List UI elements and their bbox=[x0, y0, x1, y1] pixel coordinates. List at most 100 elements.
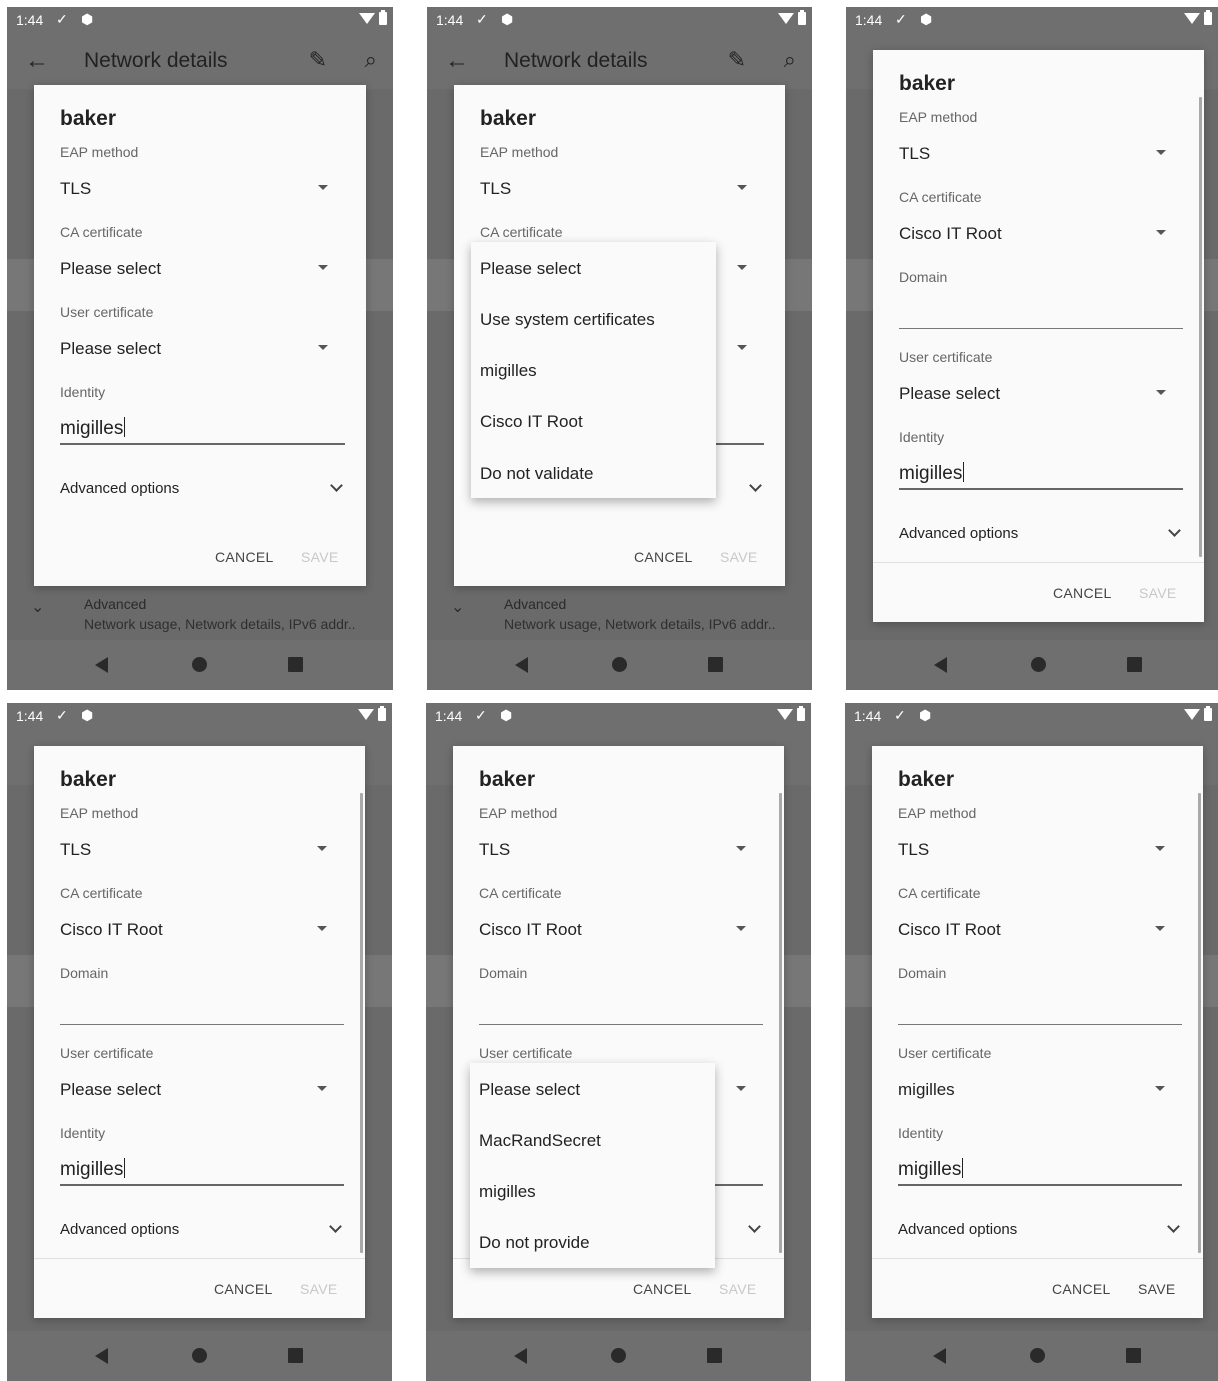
nav-back-icon[interactable] bbox=[934, 657, 947, 673]
nav-home-icon[interactable] bbox=[611, 1348, 626, 1363]
dropdown-arrow-icon[interactable] bbox=[318, 265, 328, 270]
identity-input[interactable]: migilles bbox=[60, 1158, 126, 1181]
nav-recents-icon[interactable] bbox=[707, 1348, 722, 1363]
cancel-button[interactable]: CANCEL bbox=[633, 1281, 692, 1297]
menu-item[interactable]: Use system certificates bbox=[480, 310, 655, 330]
ca-certificate-select[interactable]: Cisco IT Root bbox=[898, 920, 1001, 940]
ca-certificate-select[interactable]: Cisco IT Root bbox=[60, 920, 163, 940]
dropdown-arrow-icon[interactable] bbox=[736, 846, 746, 851]
advanced-options-toggle[interactable]: Advanced options bbox=[60, 480, 179, 497]
domain-input[interactable] bbox=[479, 1024, 763, 1025]
scrollbar[interactable] bbox=[1199, 97, 1202, 557]
dropdown-arrow-icon[interactable] bbox=[1155, 1086, 1165, 1091]
menu-item[interactable]: Do not provide bbox=[479, 1233, 590, 1253]
nav-recents-icon[interactable] bbox=[288, 1348, 303, 1363]
menu-item[interactable]: MacRandSecret bbox=[479, 1131, 601, 1151]
nav-back-icon[interactable] bbox=[95, 1348, 108, 1364]
dropdown-arrow-icon[interactable] bbox=[318, 185, 328, 190]
menu-item[interactable]: Cisco IT Root bbox=[480, 412, 583, 432]
dropdown-arrow-icon[interactable] bbox=[318, 345, 328, 350]
nav-home-icon[interactable] bbox=[1031, 657, 1046, 672]
dropdown-arrow-icon[interactable] bbox=[1156, 150, 1166, 155]
nav-back-icon[interactable] bbox=[95, 657, 108, 673]
search-icon[interactable]: ⌕ bbox=[784, 47, 796, 73]
cancel-button[interactable]: CANCEL bbox=[1053, 585, 1112, 601]
nav-recents-icon[interactable] bbox=[288, 657, 303, 672]
dropdown-arrow-icon[interactable] bbox=[317, 846, 327, 851]
ca-certificate-select[interactable]: Cisco IT Root bbox=[899, 224, 1002, 244]
save-button[interactable]: SAVE bbox=[1139, 585, 1177, 601]
dropdown-arrow-icon[interactable] bbox=[736, 1086, 746, 1091]
dropdown-arrow-icon[interactable] bbox=[737, 345, 747, 350]
menu-item[interactable]: migilles bbox=[480, 361, 537, 381]
dropdown-arrow-icon[interactable] bbox=[736, 926, 746, 931]
nav-recents-icon[interactable] bbox=[708, 657, 723, 672]
search-icon[interactable]: ⌕ bbox=[365, 47, 377, 73]
menu-item[interactable]: migilles bbox=[479, 1182, 536, 1202]
edit-icon[interactable]: ✎ bbox=[309, 47, 327, 73]
dropdown-arrow-icon[interactable] bbox=[317, 1086, 327, 1091]
identity-input[interactable]: migilles bbox=[898, 1158, 964, 1181]
eap-method-select[interactable]: TLS bbox=[479, 840, 510, 860]
chevron-down-icon[interactable] bbox=[1167, 1220, 1180, 1233]
menu-item[interactable]: Do not validate bbox=[480, 464, 593, 484]
domain-input[interactable] bbox=[60, 1024, 344, 1025]
dropdown-arrow-icon[interactable] bbox=[1155, 926, 1165, 931]
identity-input[interactable]: migilles bbox=[60, 417, 126, 440]
advanced-options-toggle[interactable]: Advanced options bbox=[60, 1221, 179, 1238]
edit-icon[interactable]: ✎ bbox=[728, 47, 746, 73]
ca-certificate-select[interactable]: Cisco IT Root bbox=[479, 920, 582, 940]
scrollbar[interactable] bbox=[360, 793, 363, 1253]
save-button[interactable]: SAVE bbox=[300, 1281, 338, 1297]
dropdown-arrow-icon[interactable] bbox=[737, 265, 747, 270]
domain-input[interactable] bbox=[899, 328, 1183, 329]
user-certificate-select[interactable]: migilles bbox=[898, 1080, 955, 1100]
chevron-down-icon[interactable] bbox=[749, 479, 762, 492]
advanced-options-toggle[interactable]: Advanced options bbox=[898, 1221, 1017, 1238]
dropdown-arrow-icon[interactable] bbox=[1156, 230, 1166, 235]
dropdown-arrow-icon[interactable] bbox=[1156, 390, 1166, 395]
identity-input[interactable]: migilles bbox=[899, 462, 965, 485]
nav-recents-icon[interactable] bbox=[1127, 657, 1142, 672]
menu-item[interactable]: Please select bbox=[480, 259, 581, 279]
nav-back-icon[interactable] bbox=[933, 1348, 946, 1364]
save-button[interactable]: SAVE bbox=[301, 549, 339, 565]
nav-back-icon[interactable] bbox=[515, 657, 528, 673]
nav-home-icon[interactable] bbox=[192, 657, 207, 672]
scrollbar[interactable] bbox=[779, 793, 782, 1253]
cancel-button[interactable]: CANCEL bbox=[634, 549, 693, 565]
nav-recents-icon[interactable] bbox=[1126, 1348, 1141, 1363]
nav-home-icon[interactable] bbox=[612, 657, 627, 672]
eap-method-select[interactable]: TLS bbox=[60, 179, 91, 199]
cancel-button[interactable]: CANCEL bbox=[1052, 1281, 1111, 1297]
dropdown-arrow-icon[interactable] bbox=[737, 185, 747, 190]
eap-method-select[interactable]: TLS bbox=[60, 840, 91, 860]
eap-method-select[interactable]: TLS bbox=[898, 840, 929, 860]
save-button[interactable]: SAVE bbox=[719, 1281, 757, 1297]
ca-certificate-select[interactable]: Please select bbox=[60, 259, 161, 279]
back-arrow-icon[interactable]: ← bbox=[445, 47, 469, 75]
user-certificate-select[interactable]: Please select bbox=[60, 339, 161, 359]
chevron-down-icon[interactable] bbox=[1168, 524, 1181, 537]
user-certificate-select[interactable]: Please select bbox=[899, 384, 1000, 404]
eap-method-select[interactable]: TLS bbox=[480, 179, 511, 199]
dropdown-arrow-icon[interactable] bbox=[1155, 846, 1165, 851]
user-certificate-select[interactable]: Please select bbox=[60, 1080, 161, 1100]
menu-item[interactable]: Please select bbox=[479, 1080, 580, 1100]
cancel-button[interactable]: CANCEL bbox=[214, 1281, 273, 1297]
nav-back-icon[interactable] bbox=[514, 1348, 527, 1364]
chevron-down-icon[interactable] bbox=[329, 1220, 342, 1233]
cancel-button[interactable]: CANCEL bbox=[215, 549, 274, 565]
scrollbar[interactable] bbox=[1198, 793, 1201, 1253]
eap-method-select[interactable]: TLS bbox=[899, 144, 930, 164]
nav-home-icon[interactable] bbox=[192, 1348, 207, 1363]
back-arrow-icon[interactable]: ← bbox=[25, 47, 49, 75]
chevron-down-icon[interactable] bbox=[748, 1220, 761, 1233]
save-button[interactable]: SAVE bbox=[1138, 1281, 1176, 1297]
save-button[interactable]: SAVE bbox=[720, 549, 758, 565]
nav-home-icon[interactable] bbox=[1030, 1348, 1045, 1363]
advanced-options-toggle[interactable]: Advanced options bbox=[899, 525, 1018, 542]
chevron-down-icon[interactable] bbox=[330, 479, 343, 492]
dropdown-arrow-icon[interactable] bbox=[317, 926, 327, 931]
domain-input[interactable] bbox=[898, 1024, 1182, 1025]
